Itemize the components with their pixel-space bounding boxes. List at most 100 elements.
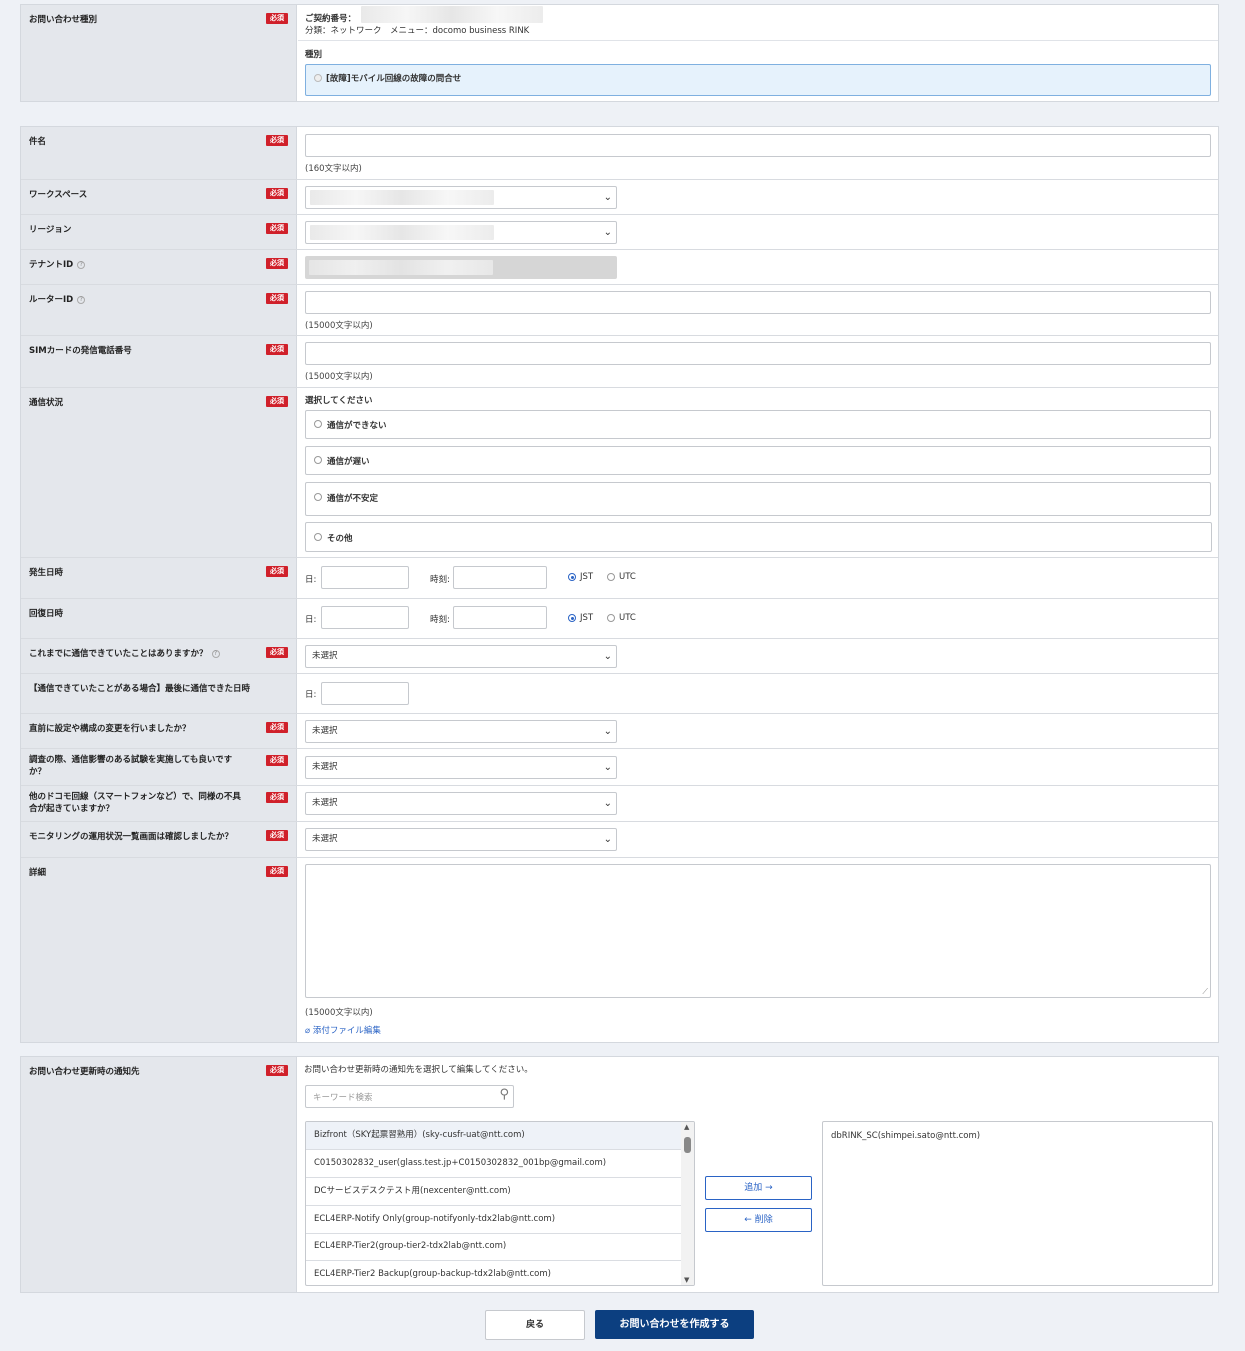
label-cell: 発生日時 必須 bbox=[21, 558, 297, 598]
search-icon[interactable]: ⚲ bbox=[499, 1087, 509, 1102]
required-badge: 必須 bbox=[266, 755, 288, 766]
inquiry-form-section: 件名 必須 (160文字以内) ワークスペース 必須 ⌄ リージョン 必須 ⌄ … bbox=[20, 126, 1219, 1043]
radio-icon[interactable] bbox=[314, 533, 322, 541]
list-item[interactable]: DCサービスデスクテスト用(nexcenter@ntt.com) bbox=[306, 1178, 681, 1206]
comm-status-label: 通信状況 bbox=[29, 398, 64, 408]
comm-status-option[interactable]: 通信が遅い bbox=[305, 446, 1211, 475]
comm-status-option[interactable]: 通信が不安定 bbox=[305, 482, 1211, 516]
resize-handle-icon[interactable]: ⟋ bbox=[1202, 987, 1208, 997]
required-badge: 必須 bbox=[266, 135, 288, 146]
details-label: 詳細 bbox=[29, 868, 47, 878]
kind-radio bbox=[314, 74, 322, 82]
details-textarea[interactable]: ⟋ bbox=[305, 864, 1211, 998]
inquiry-type-section: お問い合わせ種別 必須 ご契約番号： 分類：ネットワーク メニュー：docomo… bbox=[20, 4, 1219, 102]
add-button[interactable]: 追加 → bbox=[705, 1176, 812, 1200]
notify-instruction: お問い合わせ更新時の通知先を選択して編集してください。 bbox=[304, 1065, 533, 1075]
config-change-select[interactable]: 未選択 ⌄ bbox=[305, 720, 617, 743]
region-select[interactable]: ⌄ bbox=[305, 221, 617, 244]
recovery-label: 回復日時 bbox=[29, 609, 64, 619]
occurrence-time-input[interactable] bbox=[453, 566, 547, 589]
time-label: 時刻: bbox=[430, 615, 450, 625]
prev-comm-select[interactable]: 未選択 ⌄ bbox=[305, 645, 617, 668]
divider bbox=[298, 40, 1218, 41]
add-button-label: 追加 → bbox=[744, 1183, 773, 1193]
scrollbar-thumb[interactable] bbox=[684, 1137, 691, 1153]
selected-list[interactable]: dbRINK_SC(shimpei.sato@ntt.com) bbox=[822, 1121, 1213, 1286]
comm-status-option[interactable]: 通信ができない bbox=[305, 410, 1211, 439]
scroll-up-icon[interactable]: ▲ bbox=[684, 1123, 689, 1131]
other-lines-label: 他のドコモ回線（スマートフォンなど）で、同様の不具合が起きていますか？ bbox=[29, 792, 241, 814]
list-item[interactable]: C0150302832_user(glass.test.jp+C01503028… bbox=[306, 1150, 681, 1178]
required-badge: 必須 bbox=[266, 792, 288, 803]
time-label: 時刻: bbox=[430, 575, 450, 585]
label-cell: 調査の際、通信影響のある試験を実施しても良いですか？ 必須 bbox=[21, 749, 297, 785]
router-id-row: ルーターID? 必須 (15000文字以内) bbox=[21, 285, 1218, 336]
label-cell: 【通信できていたことがある場合】最後に通信できた日時 bbox=[21, 674, 297, 713]
submit-button-label: お問い合わせを作成する bbox=[619, 1319, 730, 1330]
label-cell: 通信状況 必須 bbox=[21, 388, 297, 557]
recovery-time-input[interactable] bbox=[453, 606, 547, 629]
prev-comm-label: これまでに通信できていたことはありますか？ bbox=[29, 649, 208, 659]
label-cell: モニタリングの運用状況一覧画面は確認しましたか？ 必須 bbox=[21, 822, 297, 857]
tz-utc-radio[interactable] bbox=[607, 573, 615, 581]
scrollbar[interactable]: ▲ ▼ bbox=[681, 1122, 694, 1285]
last-comm-row: 【通信できていたことがある場合】最後に通信できた日時 日: bbox=[21, 674, 1218, 714]
list-item[interactable]: ECL4ERP-Tier2(group-tier2-tdx2lab@ntt.co… bbox=[306, 1233, 681, 1261]
recovery-row: 回復日時 日: 時刻: JST UTC bbox=[21, 599, 1218, 639]
tenant-id-label-wrap: テナントID? bbox=[29, 259, 249, 271]
tz-utc-radio[interactable] bbox=[607, 614, 615, 622]
chevron-down-icon: ⌄ bbox=[603, 726, 612, 737]
sim-phone-hint: (15000文字以内) bbox=[305, 372, 373, 382]
test-ok-label: 調査の際、通信影響のある試験を実施しても良いですか？ bbox=[29, 755, 233, 777]
search-placeholder: キーワード検索 bbox=[313, 1093, 373, 1103]
tz-jst-radio[interactable] bbox=[568, 614, 576, 622]
label-cell: ルーターID? 必須 bbox=[21, 285, 297, 335]
tenant-id-label: テナントID bbox=[29, 260, 74, 270]
attach-link[interactable]: ⌀ 添付ファイル編集 bbox=[305, 1024, 381, 1036]
other-lines-select[interactable]: 未選択 ⌄ bbox=[305, 792, 617, 815]
recovery-date-input[interactable] bbox=[321, 606, 409, 629]
help-icon[interactable]: ? bbox=[77, 261, 86, 269]
workspace-select[interactable]: ⌄ bbox=[305, 186, 617, 209]
monitoring-select[interactable]: 未選択 ⌄ bbox=[305, 828, 617, 851]
required-badge: 必須 bbox=[266, 293, 288, 304]
notify-label: お問い合わせ更新時の通知先 bbox=[29, 1067, 140, 1077]
remove-button[interactable]: ← 削除 bbox=[705, 1208, 812, 1232]
list-item[interactable]: ECL4ERP-Tier2 Backup(group-backup-tdx2la… bbox=[306, 1261, 681, 1285]
comm-status-option[interactable]: その他 bbox=[305, 522, 1212, 552]
occurrence-date-input[interactable] bbox=[321, 566, 409, 589]
scroll-down-icon[interactable]: ▼ bbox=[684, 1276, 689, 1284]
region-value-redacted bbox=[310, 225, 494, 240]
notify-row: お問い合わせ更新時の通知先 必須 お問い合わせ更新時の通知先を選択して編集してく… bbox=[21, 1057, 1218, 1292]
last-comm-date-input[interactable] bbox=[321, 682, 409, 705]
submit-button[interactable]: お問い合わせを作成する bbox=[595, 1310, 754, 1339]
tz-jst-radio[interactable] bbox=[568, 573, 576, 581]
router-id-input[interactable] bbox=[305, 291, 1211, 314]
help-icon[interactable]: ? bbox=[211, 650, 220, 658]
region-row: リージョン 必須 ⌄ bbox=[21, 215, 1218, 250]
sim-phone-input[interactable] bbox=[305, 342, 1211, 365]
back-button[interactable]: 戻る bbox=[485, 1310, 585, 1340]
test-ok-select[interactable]: 未選択 ⌄ bbox=[305, 756, 617, 779]
occurrence-row: 発生日時 必須 日: 時刻: JST UTC bbox=[21, 558, 1218, 599]
tenant-id-readonly bbox=[305, 256, 617, 279]
list-item[interactable]: ECL4ERP-Notify Only(group-notifyonly-tdx… bbox=[306, 1206, 681, 1234]
option-label: 通信ができない bbox=[327, 421, 387, 431]
remove-button-label: ← 削除 bbox=[744, 1215, 773, 1225]
subject-input[interactable] bbox=[305, 134, 1211, 157]
date-label: 日: bbox=[305, 690, 317, 700]
inquiry-type-label: お問い合わせ種別 bbox=[29, 15, 98, 25]
region-label: リージョン bbox=[29, 225, 72, 235]
contract-number-label: ご契約番号： bbox=[305, 14, 357, 24]
available-list[interactable]: Bizfront（SKY起票習熟用）(sky-cusfr-uat@ntt.com… bbox=[305, 1121, 695, 1286]
required-badge: 必須 bbox=[266, 830, 288, 841]
selected-item[interactable]: dbRINK_SC(shimpei.sato@ntt.com) bbox=[831, 1131, 980, 1141]
radio-icon[interactable] bbox=[314, 420, 322, 428]
help-icon[interactable]: ? bbox=[77, 296, 86, 304]
date-label: 日: bbox=[305, 615, 317, 625]
label-cell: 他のドコモ回線（スマートフォンなど）で、同様の不具合が起きていますか？ 必須 bbox=[21, 786, 297, 821]
radio-icon[interactable] bbox=[314, 456, 322, 464]
list-item[interactable]: Bizfront（SKY起票習熟用）(sky-cusfr-uat@ntt.com… bbox=[306, 1122, 681, 1150]
radio-icon[interactable] bbox=[314, 493, 322, 501]
notify-search-input[interactable]: キーワード検索 ⚲ bbox=[305, 1085, 514, 1108]
